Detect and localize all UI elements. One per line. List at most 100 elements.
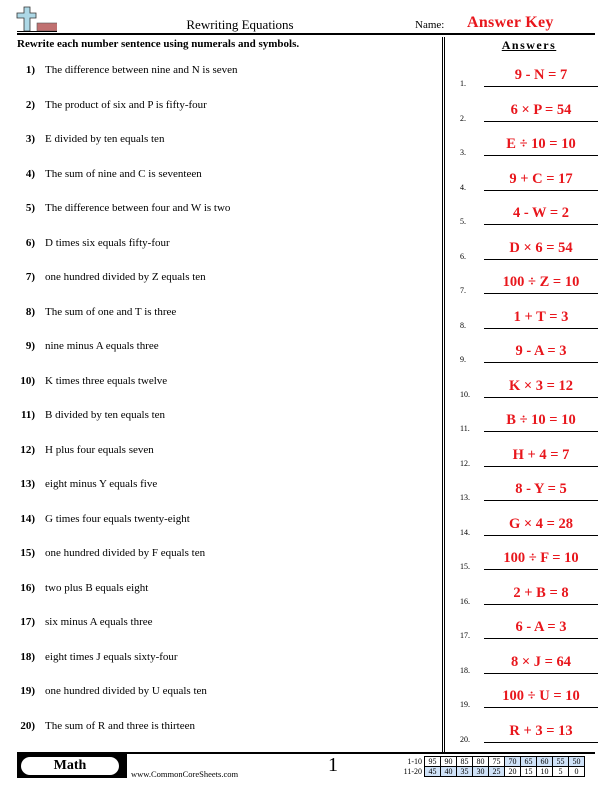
score-cell: 55 [552, 756, 569, 767]
answer-number: 8. [460, 320, 466, 330]
answer-blank-line[interactable] [484, 86, 598, 87]
score-cell: 45 [424, 766, 441, 777]
answer-blank-line[interactable] [484, 155, 598, 156]
question-text: The product of six and P is fifty-four [45, 98, 207, 111]
answer-text: E ÷ 10 = 10 [506, 136, 576, 152]
score-cell: 35 [456, 766, 473, 777]
question-text: B divided by ten equals ten [45, 409, 166, 421]
answer-item: 5. 4 - W = 2 [448, 204, 598, 226]
score-cell: 0 [568, 766, 585, 777]
answer-blank-line[interactable] [484, 293, 598, 294]
answer-item: 6. D × 6 = 54 [448, 239, 598, 261]
question-number: 2) [25, 98, 35, 111]
question-number: 1) [25, 64, 35, 76]
answer-blank-line[interactable] [484, 224, 598, 225]
answer-blank-line[interactable] [484, 327, 598, 329]
answer-item: 10. K × 3 = 12 [448, 377, 598, 399]
score-row-label: 11-20 [403, 767, 422, 776]
question-text: The difference between four and W is two [45, 202, 231, 214]
question-number: 9) [25, 340, 35, 352]
score-cell: 95 [424, 756, 441, 767]
question-text: The difference between nine and N is sev… [45, 64, 238, 76]
page-number: 1 [328, 754, 338, 776]
answer-number: 15. [460, 562, 470, 571]
score-row: 1-10 95 90 85 80 75 70 65 60 55 50 [392, 756, 585, 767]
question-text: G times four equals twenty-eight [45, 512, 190, 525]
answer-item: 4. 9 + C = 17 [448, 170, 598, 192]
answer-blank-line[interactable] [484, 638, 598, 639]
answer-item: 19. 100 ÷ U = 10 [448, 687, 598, 709]
answer-blank-line[interactable] [484, 189, 598, 191]
answer-item: 17. 6 - A = 3 [448, 618, 598, 640]
score-cell: 90 [440, 756, 457, 767]
name-value: Answer Key [467, 14, 554, 31]
answer-number: 1. [460, 79, 466, 88]
name-label: Name: [415, 19, 445, 31]
question-text: H plus four equals seven [45, 443, 154, 456]
answer-number: 6. [460, 251, 466, 261]
score-cell: 25 [488, 766, 505, 777]
website-link[interactable]: www.CommonCoreSheets.com [131, 769, 238, 779]
question-text: K times three equals twelve [45, 374, 168, 387]
column-divider [442, 37, 445, 752]
answer-item: 14. G × 4 = 28 [448, 515, 598, 537]
answer-item: 7. 100 ÷ Z = 10 [448, 273, 598, 295]
question-text: nine minus A equals three [45, 340, 159, 352]
question-number: 6) [25, 236, 35, 249]
answer-text: K × 3 = 12 [508, 377, 574, 394]
answer-text: 9 - A = 3 [515, 343, 567, 359]
answer-number: 10. [460, 389, 470, 399]
answer-blank-line[interactable] [484, 120, 598, 122]
answer-item: 3. E ÷ 10 = 10 [448, 135, 598, 157]
answer-number: 4. [460, 182, 466, 192]
score-cell: 85 [456, 756, 473, 767]
question-text: one hundred divided by Z equals ten [45, 271, 206, 283]
question-number: 19) [20, 685, 35, 697]
answer-number: 19. [460, 700, 470, 709]
answer-item: 18. 8 × J = 64 [448, 653, 598, 675]
answer-blank-line[interactable] [484, 362, 598, 363]
answer-number: 5. [460, 217, 466, 226]
subject-label: Math [21, 757, 119, 775]
answer-number: 3. [460, 148, 466, 157]
answer-item: 9. 9 - A = 3 [448, 342, 598, 364]
score-cell: 15 [520, 766, 537, 777]
instructions: Rewrite each number sentence using numer… [17, 38, 300, 50]
question-number: 8) [25, 305, 35, 318]
answer-blank-line[interactable] [484, 603, 598, 605]
answer-text: 4 - W = 2 [512, 205, 570, 221]
answer-blank-line[interactable] [484, 431, 598, 432]
answer-blank-line[interactable] [484, 396, 598, 398]
answer-blank-line[interactable] [484, 707, 598, 708]
question-number: 3) [25, 133, 35, 145]
answer-blank-line[interactable] [484, 465, 598, 467]
answer-number: 12. [460, 458, 470, 468]
question-text: The sum of one and T is three [45, 305, 177, 318]
answer-text: H + 4 = 7 [512, 446, 570, 463]
answer-number: 17. [460, 631, 470, 640]
answer-number: 7. [460, 286, 466, 295]
answer-blank-line[interactable] [484, 258, 598, 260]
answer-text: 6 - A = 3 [515, 619, 567, 635]
score-cell: 70 [504, 756, 521, 767]
answer-blank-line[interactable] [484, 672, 598, 674]
answer-number: 18. [460, 665, 470, 675]
answer-number: 16. [460, 596, 470, 606]
answer-blank-line[interactable] [484, 569, 598, 570]
question-number: 18) [20, 650, 35, 663]
answer-item: 2. 6 × P = 54 [448, 101, 598, 123]
answer-text: 8 - Y = 5 [515, 481, 567, 497]
answers-heading: Answers [501, 38, 557, 52]
answer-text: 2 + B = 8 [513, 584, 569, 601]
answer-text: B ÷ 10 = 10 [506, 412, 576, 428]
answer-item: 1. 9 - N = 7 [448, 66, 598, 88]
score-cell: 50 [568, 756, 585, 767]
answer-blank-line[interactable] [484, 741, 598, 743]
answer-text: 100 ÷ U = 10 [502, 688, 580, 704]
question-number: 16) [20, 581, 35, 594]
answer-blank-line[interactable] [484, 534, 598, 536]
question-number: 14) [20, 512, 35, 525]
question-text: The sum of R and three is thirteen [45, 719, 195, 732]
answer-text: 8 × J = 64 [510, 653, 572, 670]
answer-blank-line[interactable] [484, 500, 598, 501]
